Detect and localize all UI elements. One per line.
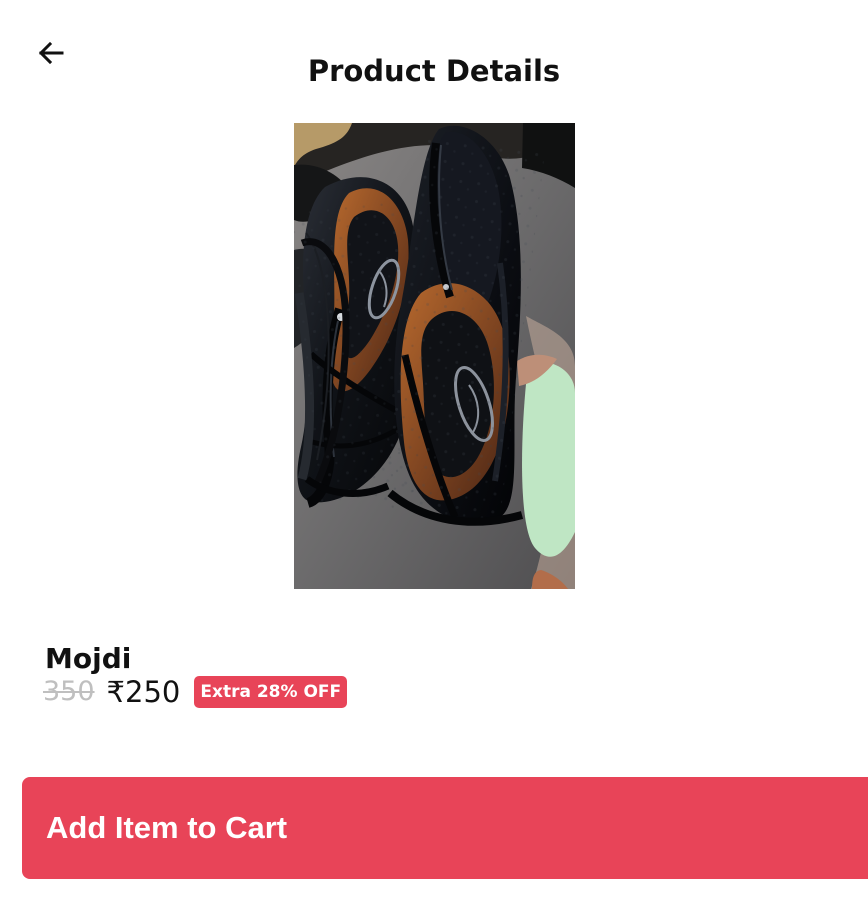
add-to-cart-label: Add Item to Cart	[46, 810, 288, 845]
product-image	[294, 123, 575, 589]
top-app-bar: Product Details	[0, 0, 868, 104]
price-row: 350 ₹250 Extra 28% OFF	[43, 671, 348, 713]
discount-badge: Extra 28% OFF	[194, 676, 348, 708]
page-title: Product Details	[307, 54, 561, 89]
add-to-cart-button[interactable]: Add Item to Cart	[22, 777, 868, 879]
current-price: ₹250	[106, 675, 181, 709]
original-price: 350	[43, 676, 95, 707]
product-details-screen: Product Details Mojdi 350 ₹250 Extra 28%…	[0, 0, 868, 900]
